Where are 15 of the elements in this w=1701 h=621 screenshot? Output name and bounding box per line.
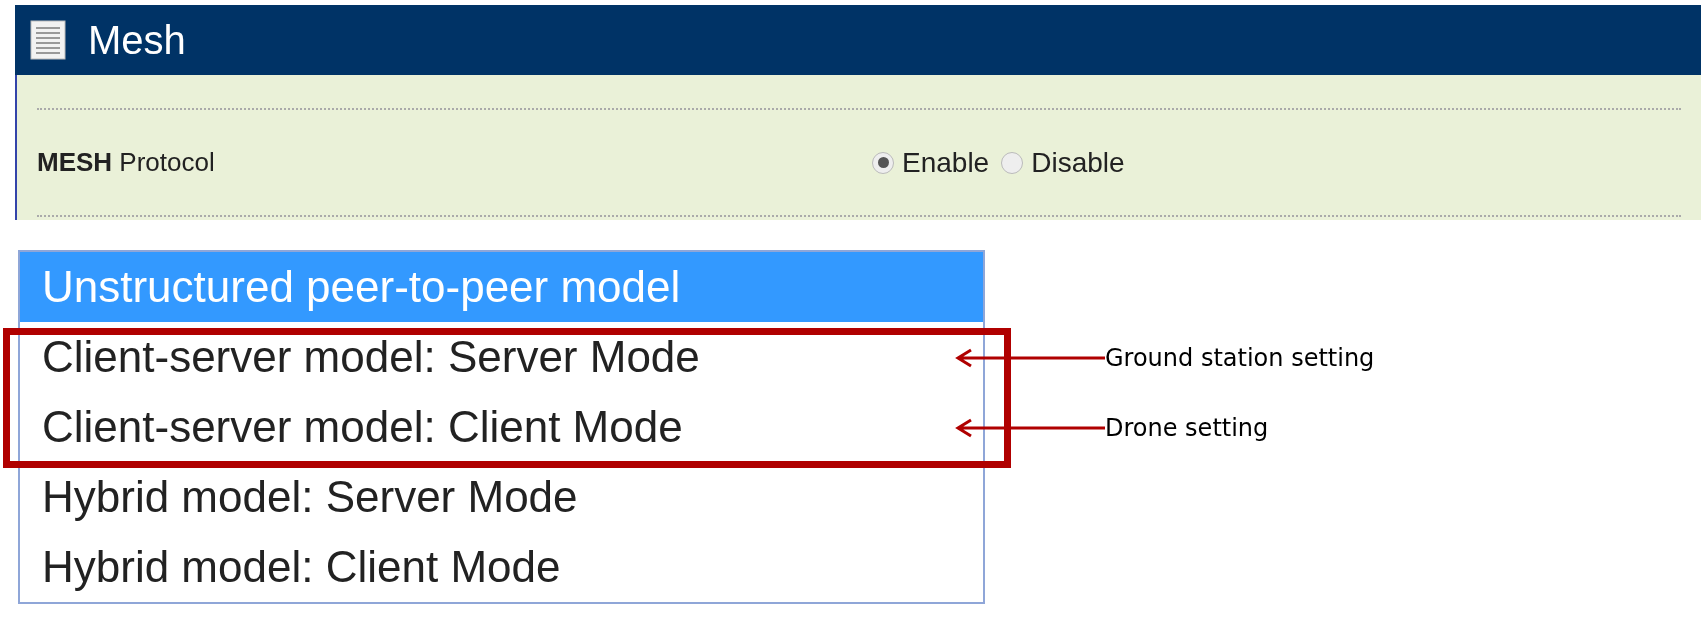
dropdown-option[interactable]: Hybrid model: Server Mode xyxy=(20,462,983,532)
radio-option[interactable]: Enable xyxy=(872,141,990,184)
arrow-icon xyxy=(955,418,1105,438)
radio-option[interactable]: Disable xyxy=(1001,141,1125,184)
dropdown-option[interactable]: Client-server model: Client Mode xyxy=(20,392,983,462)
radio-icon[interactable] xyxy=(872,151,894,174)
dropdown-option[interactable]: Hybrid model: Client Mode xyxy=(20,532,983,602)
setting-label: MESH Protocol xyxy=(37,146,216,179)
annotation-label: Ground station setting xyxy=(1105,343,1375,374)
arrow-icon xyxy=(955,348,1105,368)
panel-title: Mesh xyxy=(88,17,186,64)
list-icon xyxy=(30,20,66,60)
annotation-label: Drone setting xyxy=(1105,413,1269,444)
dropdown-option[interactable]: Client-server model: Server Mode xyxy=(20,322,983,392)
radio-icon[interactable] xyxy=(1001,151,1024,174)
